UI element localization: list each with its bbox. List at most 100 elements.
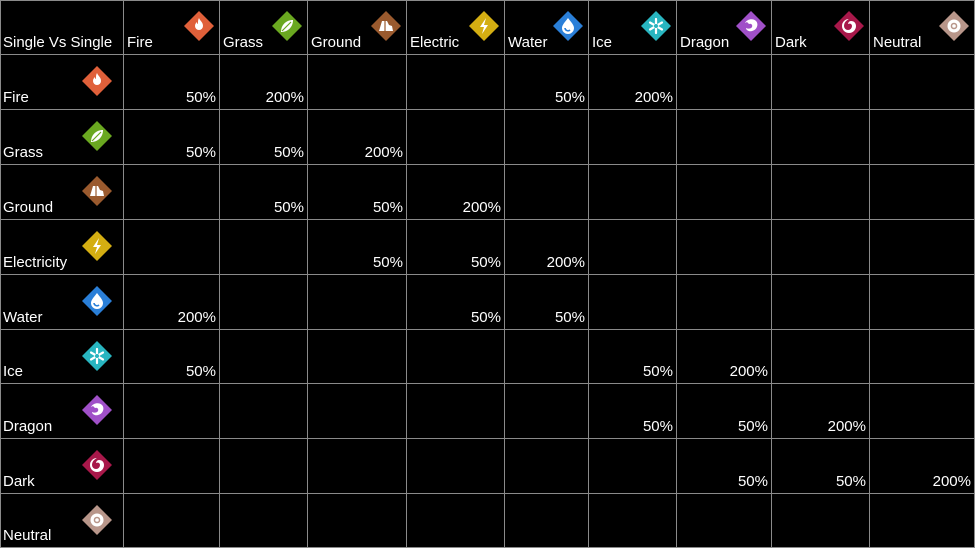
table-cell: 200% xyxy=(220,55,308,110)
water-icon xyxy=(80,285,114,319)
column-header-electric: Electric xyxy=(407,0,505,55)
table-cell xyxy=(677,110,772,165)
table-cell xyxy=(220,439,308,494)
row-header-label: Dragon xyxy=(3,418,53,435)
multiplier-value: 200% xyxy=(265,89,304,106)
table-cell xyxy=(589,220,677,275)
table-cell xyxy=(589,165,677,220)
grass-icon xyxy=(80,120,114,154)
neutral-icon xyxy=(80,504,114,538)
multiplier-value: 200% xyxy=(177,309,216,326)
table-cell xyxy=(124,220,220,275)
table-cell xyxy=(677,494,772,548)
table-cell xyxy=(772,275,870,330)
table-cell xyxy=(308,439,407,494)
table-cell: 50% xyxy=(677,384,772,439)
table-cell: 50% xyxy=(589,330,677,384)
column-header-label: Dragon xyxy=(680,34,730,51)
corner-label: Single Vs Single xyxy=(3,34,113,51)
table-cell xyxy=(407,55,505,110)
table-cell xyxy=(589,439,677,494)
table-cell xyxy=(870,384,975,439)
column-header-label: Water xyxy=(508,34,548,51)
dragon-icon xyxy=(80,394,114,428)
table-cell xyxy=(870,330,975,384)
multiplier-value: 50% xyxy=(737,418,768,435)
table-cell: 200% xyxy=(124,275,220,330)
table-cell xyxy=(772,165,870,220)
multiplier-value: 50% xyxy=(835,473,866,490)
table-cell xyxy=(589,110,677,165)
column-header-dragon: Dragon xyxy=(677,0,772,55)
row-header-label: Electricity xyxy=(3,254,68,271)
multiplier-value: 50% xyxy=(273,144,304,161)
row-header-label: Dark xyxy=(3,473,35,490)
column-header-label: Fire xyxy=(127,34,153,51)
table-cell: 50% xyxy=(589,384,677,439)
table-cell xyxy=(870,165,975,220)
row-header-label: Fire xyxy=(3,89,29,106)
table-cell xyxy=(220,220,308,275)
table-cell xyxy=(124,165,220,220)
column-header-neutral: Neutral xyxy=(870,0,975,55)
multiplier-value: 50% xyxy=(642,418,673,435)
type-effectiveness-table: Single Vs Single Fire Grass Ground Electric W… xyxy=(0,0,975,548)
row-header-label: Ice xyxy=(3,363,24,380)
table-cell: 50% xyxy=(220,110,308,165)
ice-icon xyxy=(80,340,114,374)
table-cell xyxy=(124,439,220,494)
table-cell xyxy=(772,494,870,548)
multiplier-value: 200% xyxy=(932,473,971,490)
ground-icon xyxy=(369,10,403,44)
row-header-dark: Dark xyxy=(0,439,124,494)
table-cell: 50% xyxy=(772,439,870,494)
multiplier-value: 50% xyxy=(372,199,403,216)
table-cell xyxy=(677,55,772,110)
table-cell xyxy=(308,55,407,110)
multiplier-value: 50% xyxy=(185,363,216,380)
table-cell: 200% xyxy=(870,439,975,494)
corner-header-cell: Single Vs Single xyxy=(0,0,124,55)
table-cell xyxy=(870,275,975,330)
row-header-label: Grass xyxy=(3,144,44,161)
column-header-label: Neutral xyxy=(873,34,922,51)
row-header-neutral: Neutral xyxy=(0,494,124,548)
electric-icon xyxy=(467,10,501,44)
table-cell: 200% xyxy=(772,384,870,439)
row-header-dragon: Dragon xyxy=(0,384,124,439)
table-cell xyxy=(505,330,589,384)
table-cell: 50% xyxy=(407,220,505,275)
fire-icon xyxy=(80,65,114,99)
table-cell: 50% xyxy=(505,275,589,330)
table-cell xyxy=(677,220,772,275)
table-cell xyxy=(220,384,308,439)
row-header-label: Water xyxy=(3,309,43,326)
row-header-grass: Grass xyxy=(0,110,124,165)
table-cell xyxy=(308,384,407,439)
table-cell: 50% xyxy=(308,165,407,220)
table-cell xyxy=(308,275,407,330)
row-header-ice: Ice xyxy=(0,330,124,384)
table-cell xyxy=(870,55,975,110)
table-cell: 200% xyxy=(308,110,407,165)
table-cell xyxy=(870,494,975,548)
table-cell xyxy=(407,439,505,494)
electric-icon xyxy=(80,230,114,264)
table-cell: 200% xyxy=(505,220,589,275)
multiplier-value: 50% xyxy=(273,199,304,216)
multiplier-value: 200% xyxy=(827,418,866,435)
table-cell: 50% xyxy=(407,275,505,330)
table-cell xyxy=(505,494,589,548)
multiplier-value: 200% xyxy=(462,199,501,216)
table-cell xyxy=(124,384,220,439)
multiplier-value: 200% xyxy=(546,254,585,271)
row-header-electricity: Electricity xyxy=(0,220,124,275)
table-cell xyxy=(870,220,975,275)
column-header-water: Water xyxy=(505,0,589,55)
table-cell: 50% xyxy=(505,55,589,110)
row-header-fire: Fire xyxy=(0,55,124,110)
row-header-water: Water xyxy=(0,275,124,330)
table-cell xyxy=(505,439,589,494)
table-cell xyxy=(124,494,220,548)
multiplier-value: 50% xyxy=(185,144,216,161)
